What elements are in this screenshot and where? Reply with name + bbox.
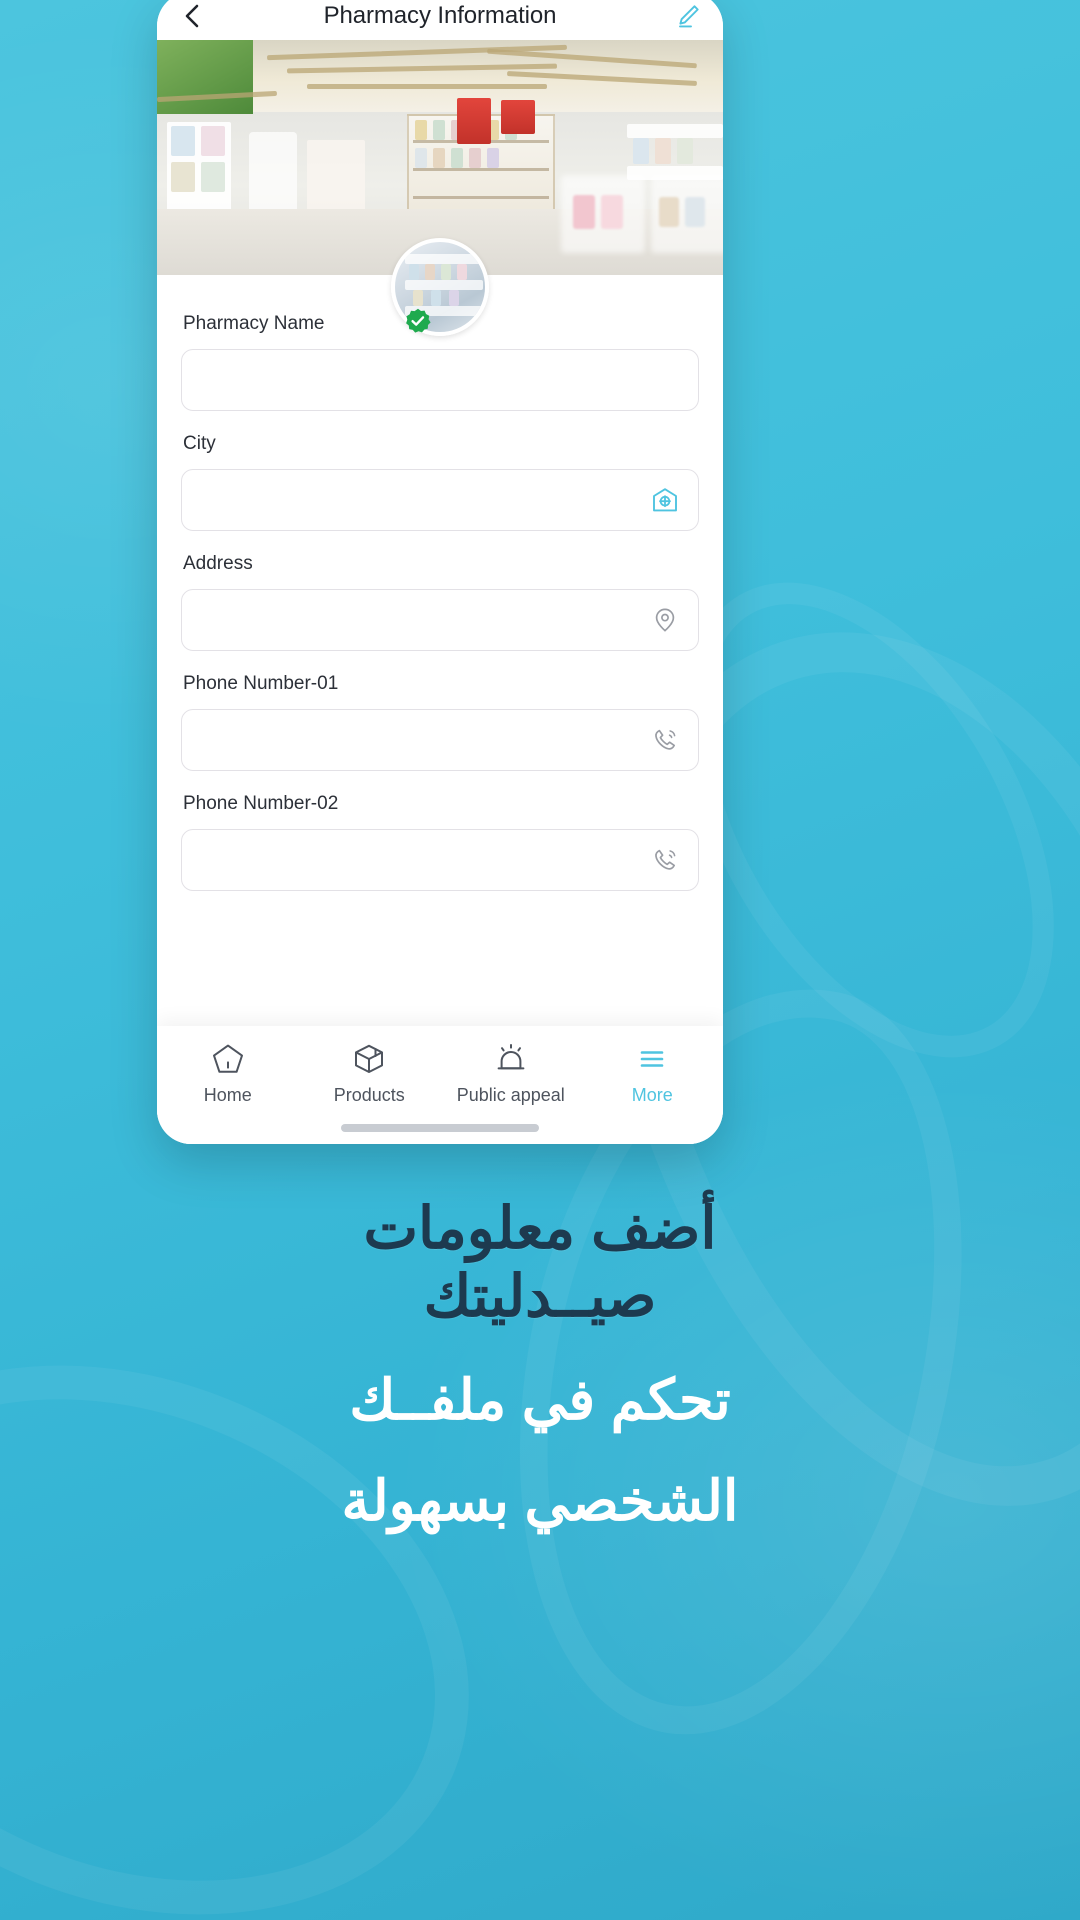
field-city: City — [181, 433, 699, 531]
avatar[interactable] — [391, 238, 489, 336]
nav-label: More — [631, 1085, 673, 1105]
nav-label: Public appeal — [456, 1085, 565, 1105]
nav-item-home[interactable]: Home — [157, 1042, 299, 1106]
chevron-left-icon — [185, 4, 199, 28]
field-label: Address — [183, 553, 253, 574]
city-input-wrap[interactable] — [181, 469, 699, 531]
phone-call-icon[interactable] — [650, 725, 680, 755]
headline-line-2: صيــدليتك — [423, 1264, 657, 1330]
page-title: Pharmacy Information — [323, 2, 557, 29]
address-input-wrap[interactable] — [181, 589, 699, 651]
field-phone-01: Phone Number-01 — [181, 673, 699, 771]
app-bar: Pharmacy Information — [157, 0, 723, 40]
promo-headline: أضف معلومات صيــدليتك تحكم في ملفــك الش… — [0, 1195, 1080, 1534]
scroll-content[interactable]: Pharmacy Name City Address Phone Number-… — [157, 40, 723, 1144]
phone-01-input[interactable] — [200, 710, 650, 770]
home-indicator — [341, 1124, 539, 1132]
location-pin-icon[interactable] — [650, 605, 680, 635]
hamburger-menu-icon — [635, 1042, 669, 1076]
headline-line-3: تحكم في ملفــك — [349, 1367, 731, 1431]
phone-01-input-wrap[interactable] — [181, 709, 699, 771]
phone-02-input-wrap[interactable] — [181, 829, 699, 891]
field-label: Phone Number-02 — [183, 793, 339, 814]
nav-item-public-appeal[interactable]: Public appeal — [440, 1042, 582, 1106]
nav-item-products[interactable]: Products — [299, 1042, 441, 1106]
city-input[interactable] — [200, 470, 650, 530]
field-address: Address — [181, 553, 699, 651]
pharmacy-name-input-wrap[interactable] — [181, 349, 699, 411]
phone-mockup: Pharmacy Information Pharmacy Name City … — [157, 0, 723, 1144]
pharmacy-name-input[interactable] — [200, 350, 680, 410]
field-label: City — [183, 433, 216, 454]
verified-badge — [405, 308, 431, 334]
package-box-icon — [352, 1042, 386, 1076]
edit-button[interactable] — [671, 0, 705, 33]
field-label: Phone Number-01 — [183, 673, 339, 694]
back-button[interactable] — [175, 0, 209, 33]
field-phone-02: Phone Number-02 — [181, 793, 699, 891]
city-building-icon[interactable] — [650, 485, 680, 515]
phone-call-icon[interactable] — [650, 845, 680, 875]
headline-line-4: الشخصي بسهولة — [341, 1469, 739, 1533]
nav-label: Home — [203, 1085, 252, 1105]
phone-02-input[interactable] — [200, 830, 650, 890]
headline-line-1: أضف معلومات — [363, 1196, 717, 1261]
home-pentagon-icon — [211, 1042, 245, 1076]
siren-alarm-icon — [494, 1042, 528, 1076]
address-input[interactable] — [200, 590, 650, 650]
pharmacy-form: Pharmacy Name City Address Phone Number-… — [157, 275, 723, 891]
pencil-edit-icon — [679, 5, 699, 28]
nav-label: Products — [333, 1085, 405, 1105]
verified-check-badge — [406, 308, 431, 333]
nav-item-more[interactable]: More — [582, 1042, 724, 1106]
